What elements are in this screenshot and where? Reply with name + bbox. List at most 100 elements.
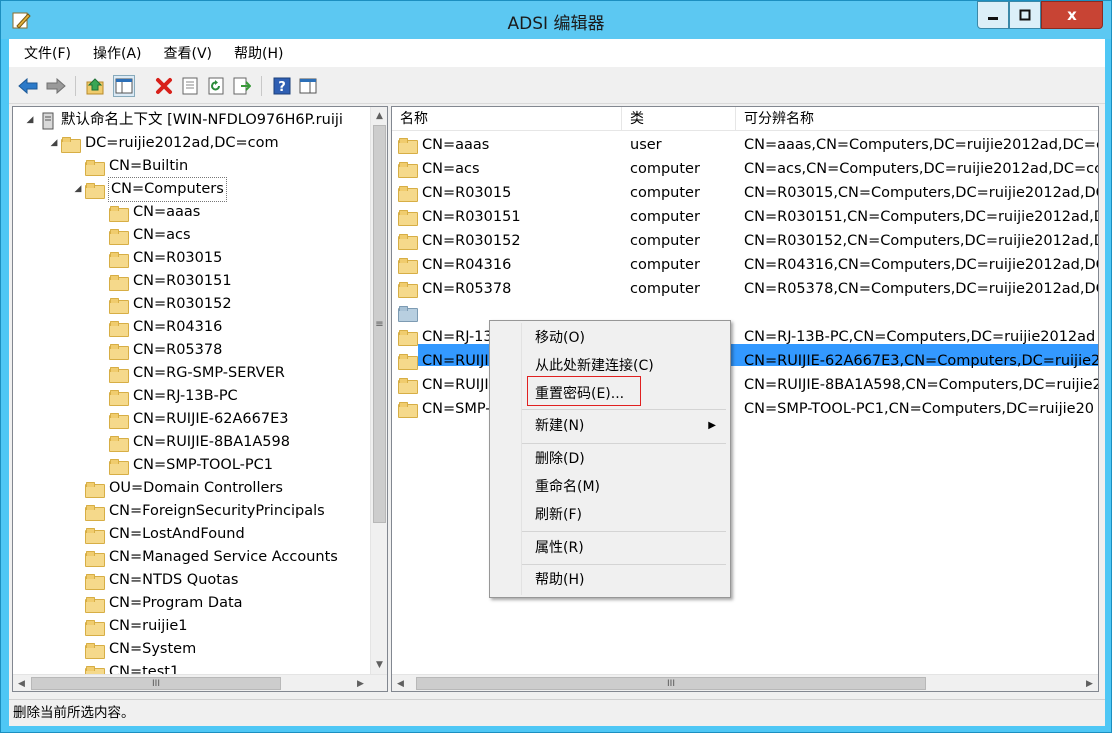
cell-dn: CN=R04316,CN=Computers,DC=ruijie2012ad,D… — [744, 257, 1099, 273]
folder-icon — [398, 330, 418, 346]
menu-action[interactable]: 操作(A) — [82, 43, 153, 63]
server-icon — [42, 112, 54, 129]
refresh-button[interactable] — [205, 75, 227, 97]
tree-item[interactable]: CN=LostAndFound — [71, 523, 245, 546]
scroll-right-icon[interactable]: ▶ — [352, 675, 369, 691]
collapse-icon[interactable]: ◢ — [47, 132, 61, 155]
tree-item[interactable]: CN=SMP-TOOL-PC1 — [95, 454, 273, 477]
cell-dn: CN=acs,CN=Computers,DC=ruijie2012ad,DC=c… — [744, 161, 1099, 177]
tree-item[interactable]: CN=Program Data — [71, 592, 243, 615]
up-button[interactable] — [85, 75, 107, 97]
toolbar: ? — [9, 68, 1105, 104]
list-horizontal-scrollbar[interactable]: ◀ III ▶ — [392, 674, 1098, 691]
tree-vertical-scrollbar[interactable]: ▲ ≡ ▼ — [370, 107, 387, 674]
folder-icon — [398, 162, 418, 178]
cell-name: CN=R05378 — [422, 281, 512, 297]
minimize-button[interactable] — [977, 1, 1009, 29]
menu-item-help[interactable]: 帮助(H) — [492, 567, 728, 593]
menu-item-new[interactable]: 新建(N) ▶ — [492, 413, 728, 439]
list-row[interactable]: CN=acs computer CN=acs,CN=Computers,DC=rui… — [392, 157, 1099, 181]
tree-item[interactable]: CN=Managed Service Accounts — [71, 546, 338, 569]
tree-item[interactable]: CN=RG-SMP-SERVER — [95, 362, 285, 385]
tree-item[interactable]: CN=R030151 — [95, 270, 232, 293]
close-button[interactable]: x — [1041, 1, 1103, 29]
column-class-header[interactable]: 类 — [622, 107, 736, 131]
minimize-icon — [988, 17, 998, 20]
cell-name: CN=RUIJI — [422, 377, 489, 393]
cell-name: CN=SMP- — [422, 401, 491, 417]
folder-icon — [398, 378, 418, 394]
tree-item[interactable]: CN=ruijie1 — [71, 615, 188, 638]
menu-item-move[interactable]: 移动(O) — [492, 325, 728, 351]
menu-item-refresh[interactable]: 刷新(F) — [492, 502, 728, 528]
list-row[interactable]: CN=R05378 computer CN=R05378,CN=Computers,… — [392, 277, 1098, 301]
properties-button[interactable] — [179, 75, 201, 97]
column-name-header[interactable]: 名称 — [392, 107, 622, 131]
folder-icon — [109, 366, 129, 383]
menu-view[interactable]: 查看(V) — [153, 43, 224, 63]
back-button[interactable] — [17, 75, 39, 97]
scroll-right-icon[interactable]: ▶ — [1081, 675, 1098, 691]
list-row[interactable]: CN=R030151 computer CN=R030151,CN=Computer… — [392, 205, 1098, 229]
cell-class: computer — [630, 185, 700, 201]
scroll-down-icon[interactable]: ▼ — [371, 656, 387, 673]
tree-item[interactable]: CN=ForeignSecurityPrincipals — [71, 500, 325, 523]
menu-item-properties[interactable]: 属性(R) — [492, 535, 728, 561]
delete-button[interactable] — [153, 75, 175, 97]
show-hide-tree-button[interactable] — [113, 75, 135, 97]
export-list-button[interactable] — [231, 75, 253, 97]
tree-domain[interactable]: ◢ DC=ruijie2012ad,DC=com — [47, 132, 279, 155]
list-row[interactable]: CN=R03015 computer CN=R03015,CN=Computers,… — [392, 181, 1098, 205]
tree-item[interactable]: CN=R030152 — [95, 293, 232, 316]
list-hscroll-thumb[interactable]: III — [416, 677, 926, 690]
context-menu: 移动(O) 从此处新建连接(C) 重置密码(E)... 新建(N) ▶ 删除(D… — [489, 320, 731, 598]
forward-button[interactable] — [45, 75, 67, 97]
menu-file[interactable]: 文件(F) — [13, 43, 82, 63]
status-bar: 删除当前所选内容。 — [9, 699, 1105, 726]
cell-dn: CN=RUIJIE-8BA1A598,CN=Computers,DC=ruiji… — [744, 377, 1099, 393]
scroll-up-icon[interactable]: ▲ — [371, 107, 387, 124]
tree-item[interactable]: CN=R05378 — [95, 339, 222, 362]
collapse-icon[interactable]: ◢ — [71, 178, 85, 201]
title-bar[interactable]: ADSI 编辑器 x — [1, 1, 1111, 39]
tree-hscroll-thumb[interactable]: III — [31, 677, 281, 690]
tree-item[interactable]: CN=R04316 — [95, 316, 222, 339]
list-row[interactable]: CN=R04316 computer CN=R04316,CN=Computers,… — [392, 253, 1099, 277]
help-button[interactable]: ? — [271, 75, 293, 97]
maximize-button[interactable] — [1009, 1, 1041, 29]
collapse-icon[interactable]: ◢ — [23, 109, 37, 132]
cell-name: CN=R04316 — [422, 257, 512, 273]
tree-scroll-thumb[interactable]: ≡ — [373, 125, 386, 523]
console-button[interactable] — [297, 75, 319, 97]
folder-icon — [109, 297, 129, 314]
menu-help[interactable]: 帮助(H) — [223, 43, 294, 63]
folder-icon — [85, 596, 105, 613]
cell-class: computer — [630, 233, 700, 249]
tree-item[interactable]: CN=NTDS Quotas — [71, 569, 238, 592]
up-folder-icon — [86, 78, 104, 95]
list-row[interactable]: CN=R030152 computer CN=R030152,CN=Computer… — [392, 229, 1098, 253]
tree-item[interactable]: CN=R03015 — [95, 247, 222, 270]
forward-arrow-icon — [46, 78, 66, 94]
tree-item[interactable]: CN=RUIJIE-8BA1A598 — [95, 431, 290, 454]
tree-item[interactable]: CN=RJ-13B-PC — [95, 385, 238, 408]
list-row[interactable]: CN=aaas user CN=aaas,CN=Computers,DC=ruiji… — [392, 133, 1098, 157]
tree-item[interactable]: OU=Domain Controllers — [71, 477, 283, 500]
menu-item-delete[interactable]: 删除(D) — [492, 446, 728, 472]
menu-item-rename[interactable]: 重命名(M) — [492, 474, 728, 500]
column-dn-header[interactable]: 可分辨名称 — [736, 107, 1098, 131]
tree-item[interactable]: CN=System — [71, 638, 196, 661]
tree-computers[interactable]: ◢ CN=Computers — [71, 177, 227, 202]
tree-item[interactable]: CN=aaas — [95, 201, 200, 224]
folder-icon — [398, 138, 418, 154]
tree-builtin[interactable]: CN=Builtin — [71, 155, 188, 178]
folder-icon — [398, 354, 418, 370]
scroll-left-icon[interactable]: ◀ — [13, 675, 30, 691]
tree-item[interactable]: CN=acs — [95, 224, 191, 247]
tree-horizontal-scrollbar[interactable]: ◀ III ▶ — [13, 674, 387, 691]
tree-root[interactable]: ◢ 默认命名上下文 [WIN-NFDLO976H6P.ruiji — [23, 109, 343, 132]
scroll-left-icon[interactable]: ◀ — [392, 675, 409, 691]
tree-pane[interactable]: ◢ 默认命名上下文 [WIN-NFDLO976H6P.ruiji ◢ DC=ru… — [12, 106, 388, 692]
tree-item[interactable]: CN=RUIJIE-62A667E3 — [95, 408, 288, 431]
cell-name: CN=R030151 — [422, 209, 521, 225]
